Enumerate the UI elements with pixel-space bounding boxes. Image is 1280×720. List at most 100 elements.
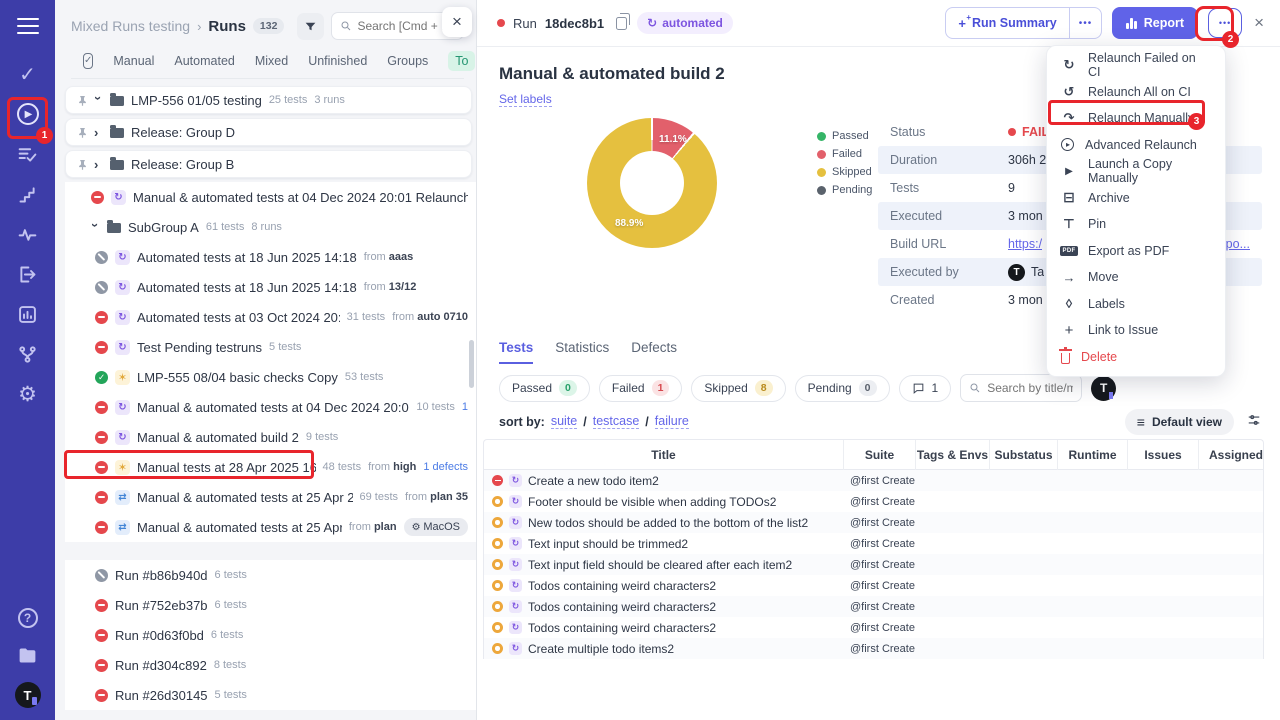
result-filter-chip[interactable]: Pending 0 [795,375,890,402]
runs-filter-tab[interactable]: Mixed [255,54,288,68]
table-row[interactable]: Create a new todo item2 @first Create ..… [484,470,1263,491]
table-row[interactable]: Create multiple todo items2 @first Creat… [484,638,1263,659]
list-item[interactable]: › Manual & automated tests at 25 Apr 202… [65,512,476,542]
list-item[interactable]: › LMP-555 08/04 basic checks Copy 53 tes… [65,362,476,392]
sort-by-suite[interactable]: suite [551,414,577,429]
menu-item[interactable]: Relaunch Manually [1047,105,1225,132]
status-row-link-tail[interactable]: po... [1226,237,1250,251]
import-icon[interactable] [16,262,40,286]
menu-item[interactable]: Export as PDF [1047,238,1225,265]
detail-tab[interactable]: Statistics [555,340,609,364]
list-item[interactable]: › Run #b86b940d 6 tests [65,560,476,590]
close-icon[interactable]: × [1252,13,1266,33]
list-item[interactable]: › Manual tests at 28 Apr 2025 16:50 48 t… [65,452,476,482]
milestones-icon[interactable] [16,182,40,206]
table-row[interactable]: New todos should be added to the bottom … [484,512,1263,533]
list-item[interactable]: › Automated tests at 03 Oct 2024 20:25 3… [65,302,476,332]
column-header[interactable]: Issues [1128,440,1199,470]
copy-icon[interactable] [616,17,627,30]
select-all-icon[interactable]: ✓ [83,53,93,69]
branch-icon[interactable] [16,342,40,366]
result-filter-chip[interactable]: Skipped 8 [691,375,785,402]
runs-play-icon[interactable]: ▶ [16,102,40,126]
list-item[interactable]: › Manual & automated tests at 25 Apr 202… [65,482,476,512]
list-item[interactable]: › Release: Group B [65,150,472,178]
tests-search-input[interactable] [987,381,1073,395]
settings-gear-icon[interactable]: ⚙ [16,382,40,406]
analytics-icon[interactable] [16,302,40,326]
table-row[interactable]: Todos containing weird characters2 @firs… [484,575,1263,596]
runs-search-input[interactable] [357,19,455,33]
list-item[interactable]: › SubGroup A 61 tests 8 runs [65,212,476,242]
list-item[interactable]: › Run #d304c892 8 tests [65,650,476,680]
menu-item[interactable]: Relaunch All on CI [1047,79,1225,106]
detail-tab[interactable]: Defects [631,340,677,364]
check-icon[interactable]: ✓ [16,62,40,86]
menu-item[interactable]: Link to Issue [1047,317,1225,344]
list-item[interactable]: › Manual & automated build 2 9 tests [65,422,476,452]
breadcrumb-project[interactable]: Mixed Runs testing [71,18,190,34]
comments-filter-chip[interactable]: 1 [899,375,952,402]
list-item[interactable]: › LMP-556 01/05 testing 25 tests 3 runs [65,86,472,114]
runs-filter-tab[interactable]: Automated [174,54,234,68]
assignee-avatar[interactable]: T [1091,376,1116,401]
menu-item[interactable]: Advanced Relaunch [1047,132,1225,159]
filter-button[interactable] [297,13,324,40]
list-item[interactable]: › Test Pending testruns 5 tests [65,332,476,362]
menu-item[interactable]: Pin [1047,211,1225,238]
list-item[interactable]: › Run #26d30145 5 tests [65,680,476,710]
list-item[interactable]: › Release: Group D [65,118,472,146]
test-plans-icon[interactable] [16,142,40,166]
menu-item[interactable]: Labels [1047,291,1225,318]
runs-filter-tab[interactable]: Manual [113,54,154,68]
scrollbar-thumb[interactable] [469,340,474,388]
runs-filter-tab[interactable]: To [448,51,475,71]
list-item[interactable]: › Manual & automated tests at 04 Dec 202… [65,392,476,422]
column-header[interactable]: Substatus [990,440,1058,470]
panel-close-icon[interactable]: × [442,7,472,37]
report-button[interactable]: Report [1112,7,1198,39]
menu-item[interactable]: Delete [1047,344,1225,371]
default-view-button[interactable]: Default view [1125,409,1234,435]
menu-item[interactable]: Move [1047,264,1225,291]
result-filter-chip[interactable]: Failed 1 [599,375,683,402]
chevron-icon[interactable]: › [88,223,103,232]
table-row[interactable]: Footer should be visible when adding TOD… [484,491,1263,512]
menu-item[interactable]: Launch a Copy Manually [1047,158,1225,185]
list-item[interactable]: › Automated tests at 18 Jun 2025 14:18 1… [65,272,476,302]
list-item[interactable]: › Automated tests at 18 Jun 2025 14:18 a… [65,242,476,272]
column-header[interactable]: Assigned To [1199,440,1263,470]
runs-filter-tab[interactable]: Groups [387,54,428,68]
column-settings-icon[interactable] [1246,413,1262,432]
run-summary-button[interactable]: +Run Summary ••• [945,7,1102,39]
run-defects-link[interactable]: 1 defects [423,461,468,473]
table-row[interactable]: Todos containing weird characters2 @firs… [484,617,1263,638]
column-header[interactable]: Runtime [1058,440,1128,470]
list-item[interactable]: › Run #752eb37b 6 tests [65,590,476,620]
more-actions-button[interactable]: ••• [1208,8,1242,38]
list-item[interactable]: › Run #0d63f0bd 6 tests [65,620,476,650]
projects-folder-icon[interactable] [16,643,40,667]
set-labels-link[interactable]: Set labels [499,92,552,107]
list-item[interactable]: › Manual & automated tests at 04 Dec 202… [65,182,476,212]
result-filter-chip[interactable]: Passed 0 [499,375,590,402]
run-defects-link[interactable]: 1 [462,401,468,413]
detail-tab[interactable]: Tests [499,340,533,364]
user-avatar[interactable]: T [15,682,41,708]
sort-by-failure[interactable]: failure [655,414,689,429]
chevron-icon[interactable]: › [94,157,103,172]
run-summary-more-icon[interactable]: ••• [1069,8,1102,38]
column-header[interactable]: Tags & Envs [916,440,990,470]
chevron-icon[interactable]: › [91,96,106,105]
pulse-icon[interactable] [16,222,40,246]
menu-item[interactable]: Relaunch Failed on CI [1047,52,1225,79]
sort-by-testcase[interactable]: testcase [593,414,640,429]
runs-filter-tab[interactable]: Unfinished [308,54,367,68]
column-header[interactable]: Title [484,440,844,470]
menu-icon[interactable] [16,14,40,38]
help-icon[interactable]: ? [18,608,38,628]
chevron-icon[interactable]: › [94,125,103,140]
menu-item[interactable]: Archive [1047,185,1225,212]
column-header[interactable]: Suite [844,440,916,470]
table-row[interactable]: Text input should be trimmed2 @first Cre… [484,533,1263,554]
